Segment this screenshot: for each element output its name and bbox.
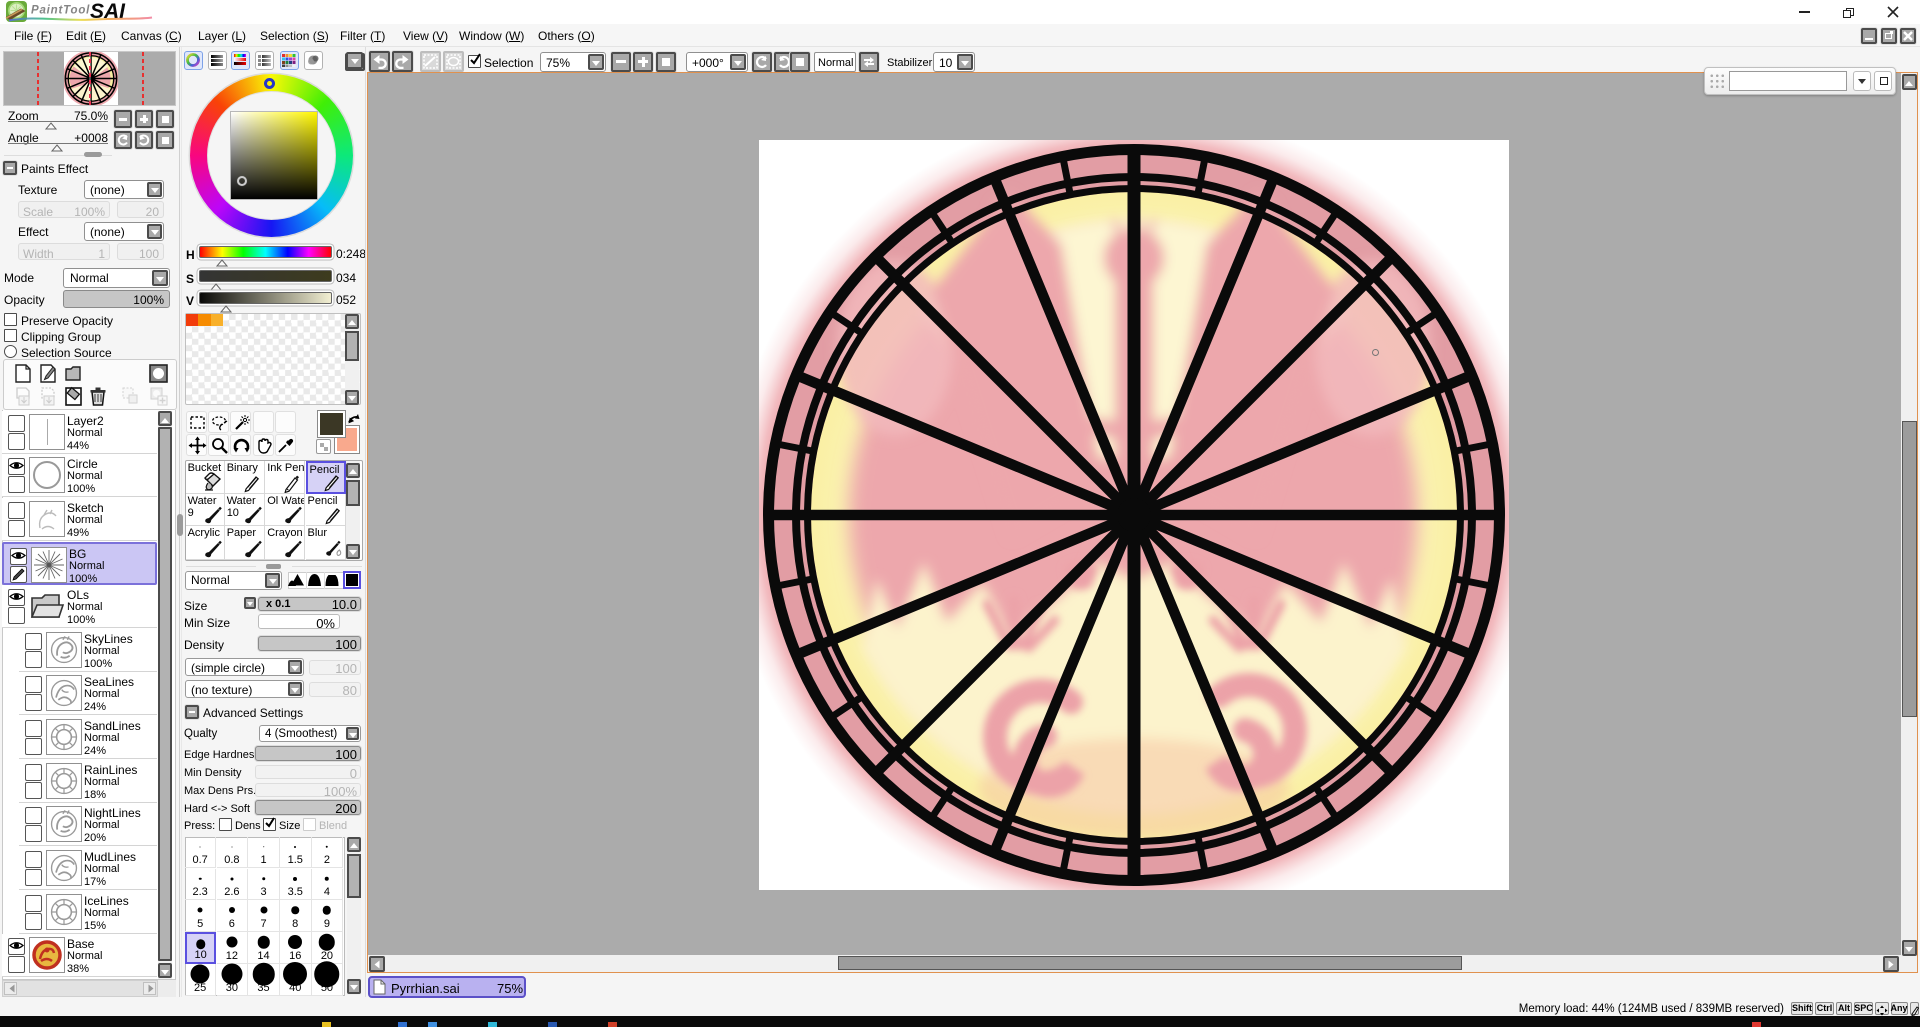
svg-text:PaintTool: PaintTool <box>31 5 90 17</box>
